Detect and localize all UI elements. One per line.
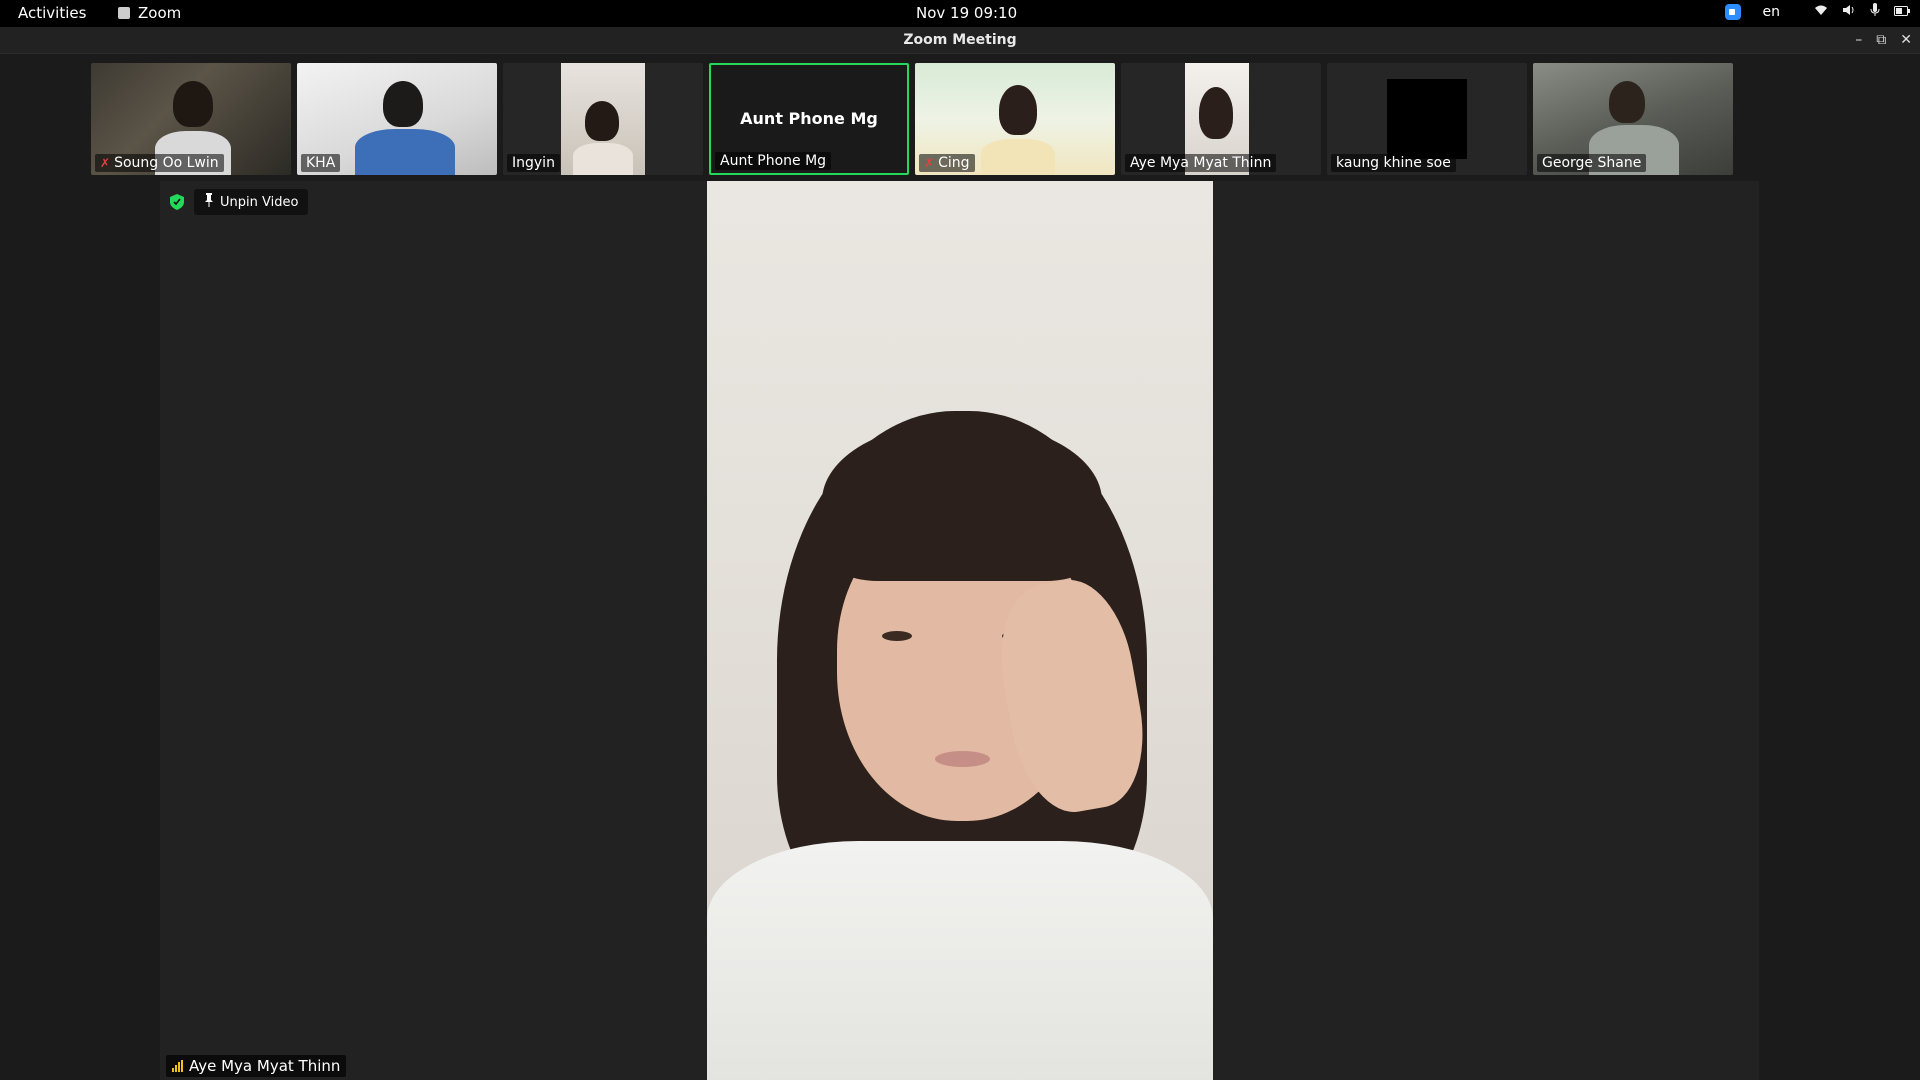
participant-tile[interactable]: KHA (297, 63, 497, 175)
participant-name-label: ✗ Cing (919, 154, 975, 172)
system-top-bar: Activities Zoom Nov 19 09:10 en (0, 0, 1920, 27)
app-menu-label: Zoom (138, 4, 182, 22)
microphone-icon (1870, 3, 1880, 21)
participant-tile-active-speaker[interactable]: Aunt Phone Mg Aunt Phone Mg (709, 63, 909, 175)
mic-muted-icon: ✗ (100, 156, 111, 170)
language-indicator[interactable]: en (1763, 4, 1781, 20)
speaker-name: Aye Mya Myat Thinn (189, 1057, 341, 1075)
unpin-video-button[interactable]: Unpin Video (194, 189, 309, 215)
wifi-icon (1814, 4, 1828, 20)
participant-tile[interactable]: Ingyin (503, 63, 703, 175)
signal-strength-icon (172, 1060, 183, 1072)
maximize-button[interactable]: ⧉ (1876, 27, 1886, 53)
video-badges: Unpin Video (166, 189, 309, 215)
window-controls: – ⧉ ✕ (1855, 27, 1912, 53)
participant-tile[interactable]: ✗ Cing (915, 63, 1115, 175)
participant-name-label: ✗ Soung Oo Lwin (95, 154, 224, 172)
system-tray[interactable]: en (1724, 3, 1910, 21)
shield-icon[interactable] (166, 189, 188, 215)
participant-name-label: George Shane (1537, 154, 1647, 172)
participant-tile[interactable]: kaung khine soe (1327, 63, 1527, 175)
participant-tile[interactable]: Aye Mya Myat Thinn (1121, 63, 1321, 175)
participant-video (1387, 79, 1467, 159)
speaker-name-tag: Aye Mya Myat Thinn (166, 1055, 347, 1077)
unpin-video-label: Unpin Video (220, 194, 299, 210)
clock[interactable]: Nov 19 09:10 (916, 4, 1017, 22)
participant-name-label: Aunt Phone Mg (715, 152, 832, 170)
pin-icon (204, 193, 214, 211)
window-title: Zoom Meeting (903, 32, 1017, 48)
volume-icon (1842, 4, 1856, 20)
activities-button[interactable]: Activities (18, 4, 86, 22)
battery-icon (1894, 5, 1910, 20)
participant-name-label: kaung khine soe (1331, 154, 1456, 172)
window-title-bar[interactable]: Zoom Meeting – ⧉ ✕ (0, 27, 1920, 54)
participant-tile[interactable]: George Shane (1533, 63, 1733, 175)
participant-name-label: Aye Mya Myat Thinn (1125, 154, 1277, 172)
minimize-button[interactable]: – (1855, 27, 1862, 53)
participant-strip: ✗ Soung Oo Lwin KHA Ingyin Aunt Phone Mg… (91, 63, 1733, 175)
app-menu[interactable]: Zoom (118, 4, 181, 22)
video-off-name: Aunt Phone Mg (740, 109, 878, 128)
zoom-icon[interactable] (1724, 4, 1741, 20)
participant-tile[interactable]: ✗ Soung Oo Lwin (91, 63, 291, 175)
pinned-participant-video[interactable] (707, 181, 1213, 1080)
close-button[interactable]: ✕ (1900, 27, 1912, 53)
participant-name-label: Ingyin (507, 154, 560, 172)
participant-name-label: KHA (301, 154, 341, 172)
mic-muted-icon: ✗ (924, 156, 935, 170)
zoom-app-icon (118, 7, 130, 19)
